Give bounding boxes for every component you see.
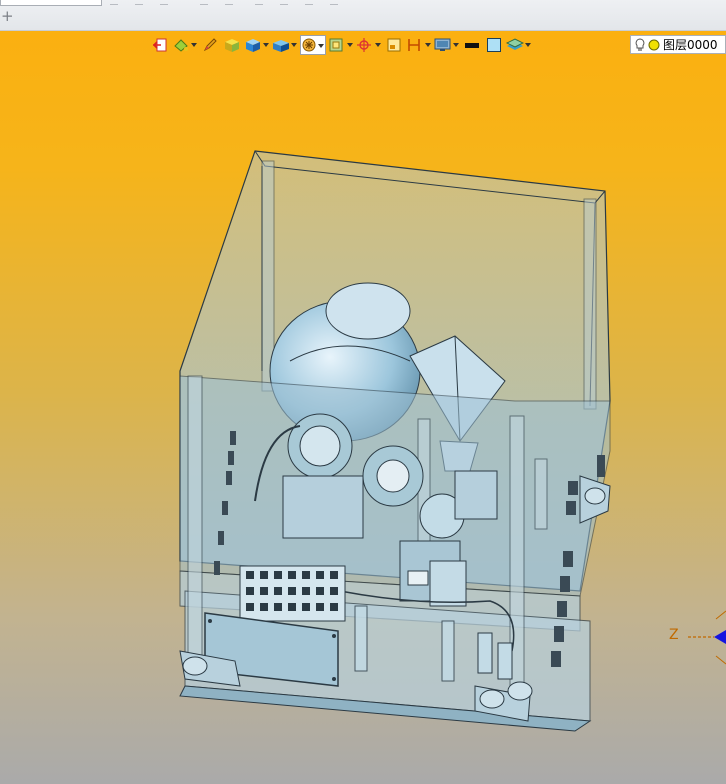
z-axis-label: Z — [669, 627, 679, 643]
toolbar-icon-partial[interactable] — [160, 0, 168, 5]
top-combo-box[interactable] — [0, 0, 102, 6]
toolbar-icon-partial[interactable] — [135, 0, 143, 5]
toolbar-icon-partial[interactable] — [330, 0, 338, 5]
cad-viewport[interactable]: 图层0000 Z — [0, 31, 726, 784]
cad-model-render — [179, 150, 726, 732]
toolbar-icon-partial[interactable] — [280, 0, 288, 5]
toolbar-icon-partial[interactable] — [200, 0, 208, 5]
top-toolbar-strip: + — [0, 0, 726, 31]
toolbar-icon-partial[interactable] — [255, 0, 263, 5]
toolbar-icon-partial[interactable] — [225, 0, 233, 5]
add-tab-icon[interactable]: + — [1, 9, 14, 24]
toolbar-icon-partial[interactable] — [305, 0, 313, 5]
toolbar-icon-partial[interactable] — [110, 0, 118, 5]
